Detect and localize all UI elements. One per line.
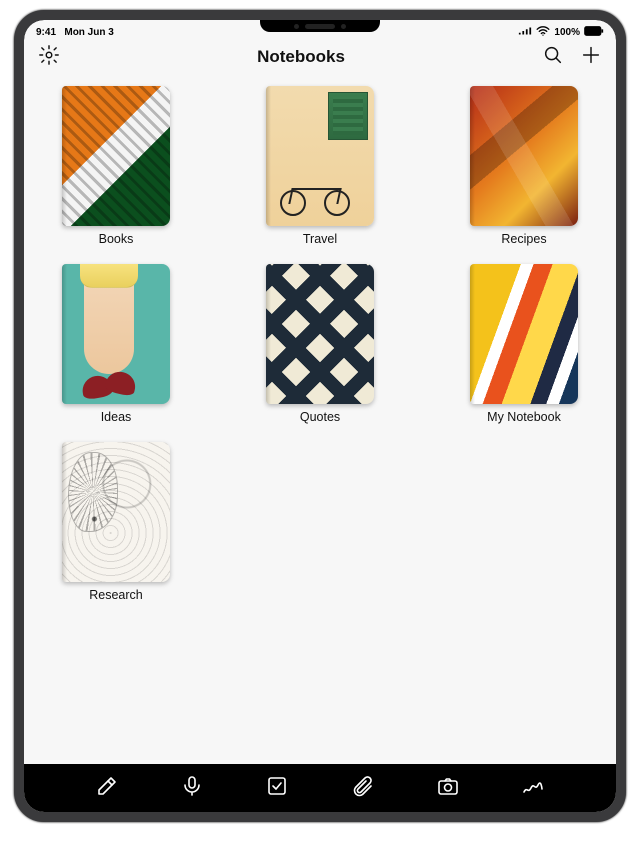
search-icon xyxy=(542,44,564,71)
notebook-item[interactable]: Ideas xyxy=(62,264,170,424)
notebook-label: Books xyxy=(99,232,134,246)
battery-icon xyxy=(584,26,604,39)
status-date: Mon Jun 3 xyxy=(64,27,113,38)
status-left: 9:41 Mon Jun 3 xyxy=(36,27,114,38)
attach-button[interactable] xyxy=(351,776,375,800)
status-right: 100% xyxy=(518,26,604,39)
notebook-cover xyxy=(470,264,578,404)
mic-icon xyxy=(180,774,204,803)
compose-button[interactable] xyxy=(95,776,119,800)
notebook-label: Research xyxy=(89,588,143,602)
notebook-label: Ideas xyxy=(101,410,132,424)
notebook-cover xyxy=(266,86,374,226)
compose-icon xyxy=(95,774,119,803)
settings-button[interactable] xyxy=(38,46,60,68)
notebook-cover xyxy=(62,264,170,404)
paperclip-icon xyxy=(351,774,375,803)
add-notebook-button[interactable] xyxy=(580,46,602,68)
notebook-item[interactable]: Travel xyxy=(266,86,374,246)
checklist-button[interactable] xyxy=(265,776,289,800)
sketch-button[interactable] xyxy=(521,776,545,800)
page-title: Notebooks xyxy=(257,47,345,67)
status-battery: 100% xyxy=(554,27,580,38)
notebook-cover xyxy=(470,86,578,226)
notebook-item[interactable]: Research xyxy=(62,442,170,602)
search-button[interactable] xyxy=(542,46,564,68)
sketch-icon xyxy=(521,774,545,803)
notebook-label: Quotes xyxy=(300,410,340,424)
signal-icon xyxy=(518,26,532,39)
notebook-item[interactable]: My Notebook xyxy=(470,264,578,424)
notebook-cover xyxy=(62,442,170,582)
tablet-frame: 9:41 Mon Jun 3 100% xyxy=(14,10,626,822)
voice-note-button[interactable] xyxy=(180,776,204,800)
camera-button[interactable] xyxy=(436,776,460,800)
notebook-cover xyxy=(62,86,170,226)
bottom-toolbar xyxy=(24,764,616,812)
notebook-item[interactable]: Quotes xyxy=(266,264,374,424)
notebook-item[interactable]: Recipes xyxy=(470,86,578,246)
app-header: Notebooks xyxy=(24,40,616,78)
notebook-grid-container: Books Travel Recipes Ideas Quotes My Notebook… xyxy=(24,78,616,764)
device-notch xyxy=(260,20,380,32)
notebook-label: My Notebook xyxy=(487,410,561,424)
checklist-icon xyxy=(265,774,289,803)
notebook-label: Travel xyxy=(303,232,337,246)
camera-icon xyxy=(436,774,460,803)
gear-icon xyxy=(38,44,60,71)
notebook-item[interactable]: Books xyxy=(62,86,170,246)
status-time: 9:41 xyxy=(36,27,56,38)
notebook-cover xyxy=(266,264,374,404)
screen: 9:41 Mon Jun 3 100% xyxy=(24,20,616,812)
wifi-icon xyxy=(536,26,550,39)
notebook-label: Recipes xyxy=(501,232,546,246)
plus-icon xyxy=(580,44,602,71)
